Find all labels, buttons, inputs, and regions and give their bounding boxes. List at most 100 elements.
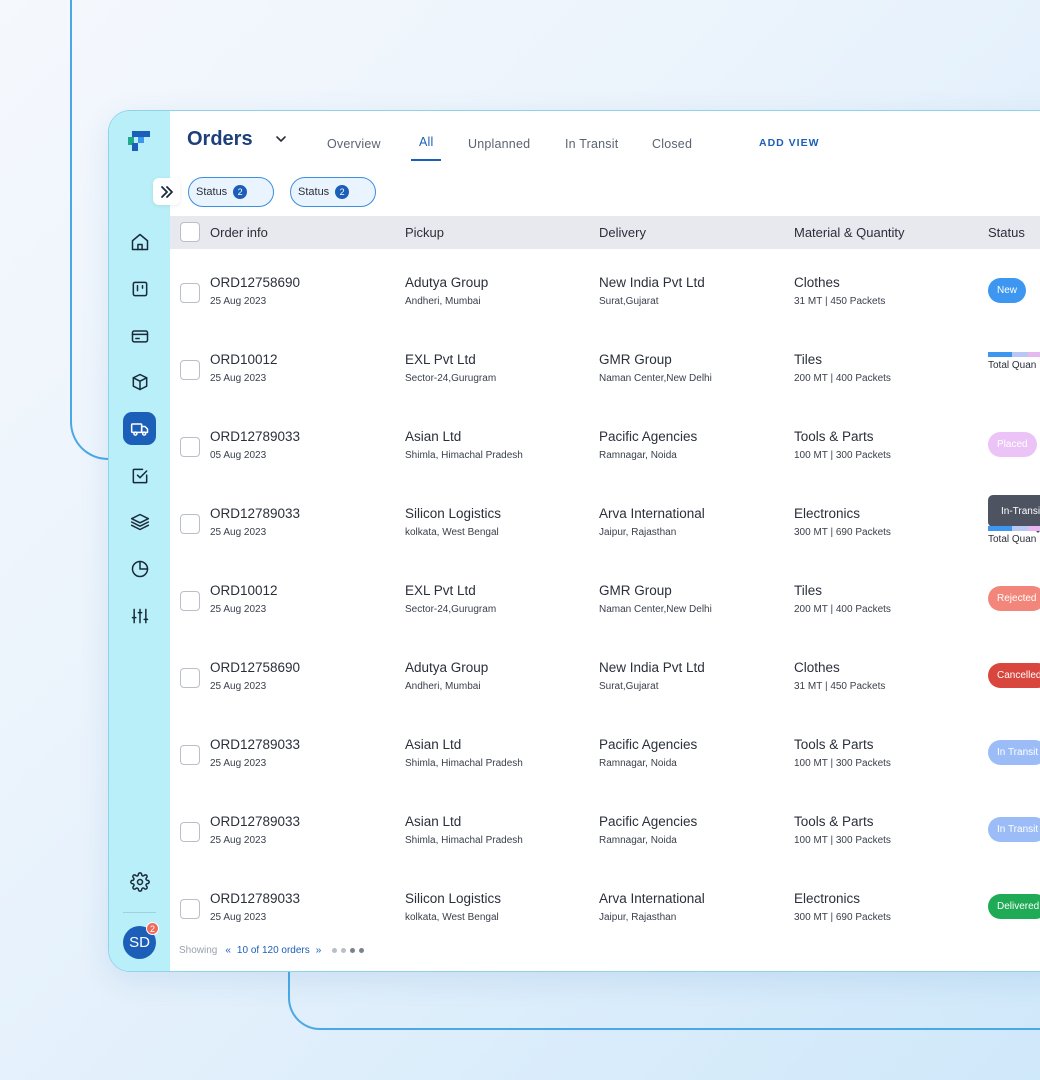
material-quantity: 31 MT | 450 Packets	[794, 296, 886, 307]
delivery-name: Pacific Agencies	[599, 737, 698, 752]
delivery-location: Naman Center,New Delhi	[599, 604, 712, 615]
expand-sidebar-button[interactable]	[153, 178, 180, 205]
filter-label: Status	[298, 186, 330, 198]
order-date: 25 Aug 2023	[210, 527, 267, 538]
status-filter-chip[interactable]: Status 2	[188, 177, 274, 207]
status-badge[interactable]: Rejected	[988, 586, 1040, 611]
pickup-name: Asian Ltd	[405, 429, 462, 444]
row-checkbox[interactable]	[180, 283, 200, 303]
page-dot[interactable]	[350, 948, 356, 953]
sidebar-item-board[interactable]	[123, 272, 156, 305]
row-checkbox[interactable]	[180, 514, 200, 534]
order-date: 25 Aug 2023	[210, 373, 267, 384]
status-filter-chip[interactable]: Status 2	[290, 177, 376, 207]
column-header-status[interactable]: Status	[988, 225, 1025, 240]
sidebar-item-layers[interactable]	[123, 505, 156, 538]
table-row[interactable]: ORD12789033 05 Aug 2023 Asian Ltd Shimla, H…	[170, 429, 1040, 506]
pagination-footer: Showing « 10 of 120 orders »	[179, 945, 365, 956]
order-date: 25 Aug 2023	[210, 681, 267, 692]
quantity-progress-bar[interactable]	[988, 526, 1040, 531]
material-quantity: 100 MT | 300 Packets	[794, 450, 891, 461]
page-dot[interactable]	[359, 948, 365, 953]
tab-all[interactable]: All	[419, 135, 434, 149]
status-badge[interactable]: In Transit	[988, 740, 1040, 765]
page-title: Orders	[187, 128, 253, 150]
column-header-delivery[interactable]: Delivery	[599, 225, 646, 240]
sidebar-item-packages[interactable]	[123, 365, 156, 398]
order-date: 05 Aug 2023	[210, 450, 267, 461]
row-checkbox[interactable]	[180, 899, 200, 919]
status-badge[interactable]: Placed	[988, 432, 1037, 457]
tab-overview[interactable]: Overview	[327, 137, 381, 151]
order-id[interactable]: ORD12789033	[210, 506, 300, 521]
column-header-pickup[interactable]: Pickup	[405, 225, 444, 240]
order-id[interactable]: ORD12758690	[210, 275, 300, 290]
table-row[interactable]: ORD12758690 25 Aug 2023 Adutya Group Andher…	[170, 275, 1040, 352]
pickup-name: Silicon Logistics	[405, 506, 502, 521]
order-id[interactable]: ORD12789033	[210, 429, 300, 444]
page-dot[interactable]	[341, 948, 347, 953]
material-name: Electronics	[794, 891, 861, 906]
order-id[interactable]: ORD10012	[210, 583, 278, 598]
sidebar-item-tasks[interactable]	[123, 459, 156, 492]
material-name: Tools & Parts	[794, 737, 874, 752]
row-checkbox[interactable]	[180, 822, 200, 842]
material-quantity: 100 MT | 300 Packets	[794, 835, 891, 846]
quantity-progress-bar[interactable]	[988, 352, 1040, 357]
add-view-button[interactable]: ADD VIEW	[759, 137, 820, 149]
status-badge[interactable]: In Transit	[988, 817, 1040, 842]
sidebar-item-settings[interactable]	[123, 865, 156, 898]
gear-icon	[129, 871, 150, 892]
select-all-checkbox[interactable]	[180, 222, 200, 242]
row-checkbox[interactable]	[180, 360, 200, 380]
table-row[interactable]: ORD12789033 25 Aug 2023 Asian Ltd Shimla, H…	[170, 737, 1040, 814]
table-row[interactable]: ORD12789033 25 Aug 2023 Silicon Logistics k…	[170, 495, 1040, 583]
material-quantity: 300 MT | 690 Packets	[794, 912, 891, 923]
table-row[interactable]: ORD12789033 25 Aug 2023 Asian Ltd Shimla, H…	[170, 814, 1040, 891]
row-checkbox[interactable]	[180, 591, 200, 611]
tab-closed[interactable]: Closed	[652, 137, 692, 151]
table-row[interactable]: ORD12758690 25 Aug 2023 Adutya Group Andher…	[170, 660, 1040, 737]
sidebar-item-payments[interactable]	[123, 319, 156, 352]
sidebar-item-home[interactable]	[123, 225, 156, 258]
table-row[interactable]: ORD10012 25 Aug 2023 EXL Pvt Ltd Sector-24,…	[170, 583, 1040, 660]
row-checkbox[interactable]	[180, 437, 200, 457]
row-checkbox[interactable]	[180, 745, 200, 765]
filter-count-badge: 2	[233, 185, 248, 199]
order-id[interactable]: ORD12758690	[210, 660, 300, 675]
material-name: Tools & Parts	[794, 429, 874, 444]
table-row[interactable]: ORD12789033 25 Aug 2023 Silicon Logistics k…	[170, 891, 1040, 968]
layers-icon	[130, 513, 149, 530]
row-checkbox[interactable]	[180, 668, 200, 688]
material-name: Clothes	[794, 275, 840, 290]
chevron-down-icon[interactable]	[273, 131, 289, 147]
next-page-icon[interactable]: »	[316, 945, 322, 956]
order-id[interactable]: ORD12789033	[210, 891, 300, 906]
double-chevron-right-icon	[160, 185, 173, 198]
order-date: 25 Aug 2023	[210, 604, 267, 615]
material-name: Tools & Parts	[794, 814, 874, 829]
prev-page-icon[interactable]: «	[225, 945, 231, 956]
order-date: 25 Aug 2023	[210, 835, 267, 846]
sliders-icon	[131, 608, 148, 623]
status-badge[interactable]: Cancelled	[988, 663, 1040, 688]
status-badge[interactable]: New	[988, 278, 1027, 303]
page-dots	[332, 948, 365, 953]
tab-in-transit[interactable]: In Transit	[565, 137, 618, 151]
sidebar-item-orders[interactable]	[123, 412, 156, 445]
order-date: 25 Aug 2023	[210, 758, 267, 769]
order-id[interactable]: ORD10012	[210, 352, 278, 367]
page-dot[interactable]	[332, 948, 338, 953]
tab-unplanned[interactable]: Unplanned	[468, 137, 530, 151]
delivery-location: Ramnagar, Noida	[599, 758, 677, 769]
order-id[interactable]: ORD12789033	[210, 814, 300, 829]
status-badge[interactable]: Delivered	[988, 894, 1040, 919]
sidebar-item-analytics[interactable]	[123, 552, 156, 585]
column-header-material[interactable]: Material & Quantity	[794, 225, 905, 240]
table-row[interactable]: ORD10012 25 Aug 2023 EXL Pvt Ltd Sector-24,…	[170, 352, 1040, 429]
material-quantity: 200 MT | 400 Packets	[794, 373, 891, 384]
delivery-name: New India Pvt Ltd	[599, 275, 705, 290]
order-id[interactable]: ORD12789033	[210, 737, 300, 752]
sidebar-item-controls[interactable]	[123, 599, 156, 632]
column-header-order-info[interactable]: Order info	[210, 225, 268, 240]
